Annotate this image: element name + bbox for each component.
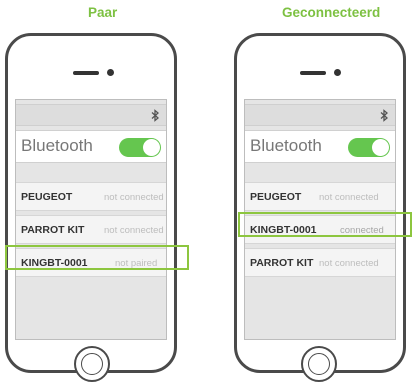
- speaker-icon: [73, 71, 99, 75]
- status-bar: [245, 104, 395, 126]
- bluetooth-toggle[interactable]: [119, 138, 161, 157]
- right-panel-title: Geconnecteerd: [282, 5, 381, 20]
- device-row-peugeot[interactable]: PEUGEOT not connected: [245, 182, 395, 211]
- device-status: not connected: [319, 258, 379, 269]
- bluetooth-setting-row: Bluetooth: [245, 130, 395, 163]
- status-bar: [16, 104, 166, 126]
- home-button-inner: [81, 353, 103, 375]
- bluetooth-icon: [151, 109, 159, 122]
- bluetooth-label: Bluetooth: [21, 136, 93, 155]
- device-status: not connected: [319, 192, 379, 203]
- camera-icon: [107, 69, 114, 76]
- device-row-peugeot[interactable]: PEUGEOT not connected: [16, 182, 166, 211]
- device-row-parrot-kit[interactable]: PARROT KIT not connected: [16, 215, 166, 244]
- device-status: not connected: [104, 192, 164, 203]
- home-button-icon[interactable]: [301, 346, 337, 382]
- bluetooth-setting-row: Bluetooth: [16, 130, 166, 163]
- toggle-knob: [372, 139, 389, 156]
- toggle-knob: [143, 139, 160, 156]
- device-name: PARROT KIT: [250, 257, 314, 269]
- device-row-parrot-kit[interactable]: PARROT KIT not connected: [245, 248, 395, 277]
- right-phone: Bluetooth PEUGEOT not connected KINGBT-0…: [234, 33, 406, 382]
- bluetooth-label: Bluetooth: [250, 136, 322, 155]
- speaker-icon: [300, 71, 326, 75]
- bluetooth-toggle[interactable]: [348, 138, 390, 157]
- bluetooth-icon: [380, 109, 388, 122]
- camera-icon: [334, 69, 341, 76]
- left-highlight-box: [5, 245, 189, 270]
- right-highlight-box: [238, 212, 412, 237]
- left-panel-title: Paar: [88, 5, 118, 20]
- left-phone-screen: Bluetooth PEUGEOT not connected PARROT K…: [15, 99, 167, 340]
- device-name: PEUGEOT: [21, 191, 73, 203]
- device-name: PEUGEOT: [250, 191, 302, 203]
- home-button-icon[interactable]: [74, 346, 110, 382]
- device-name: PARROT KIT: [21, 224, 85, 236]
- home-button-inner: [308, 353, 330, 375]
- device-status: not connected: [104, 225, 164, 236]
- left-phone: Bluetooth PEUGEOT not connected PARROT K…: [5, 33, 177, 382]
